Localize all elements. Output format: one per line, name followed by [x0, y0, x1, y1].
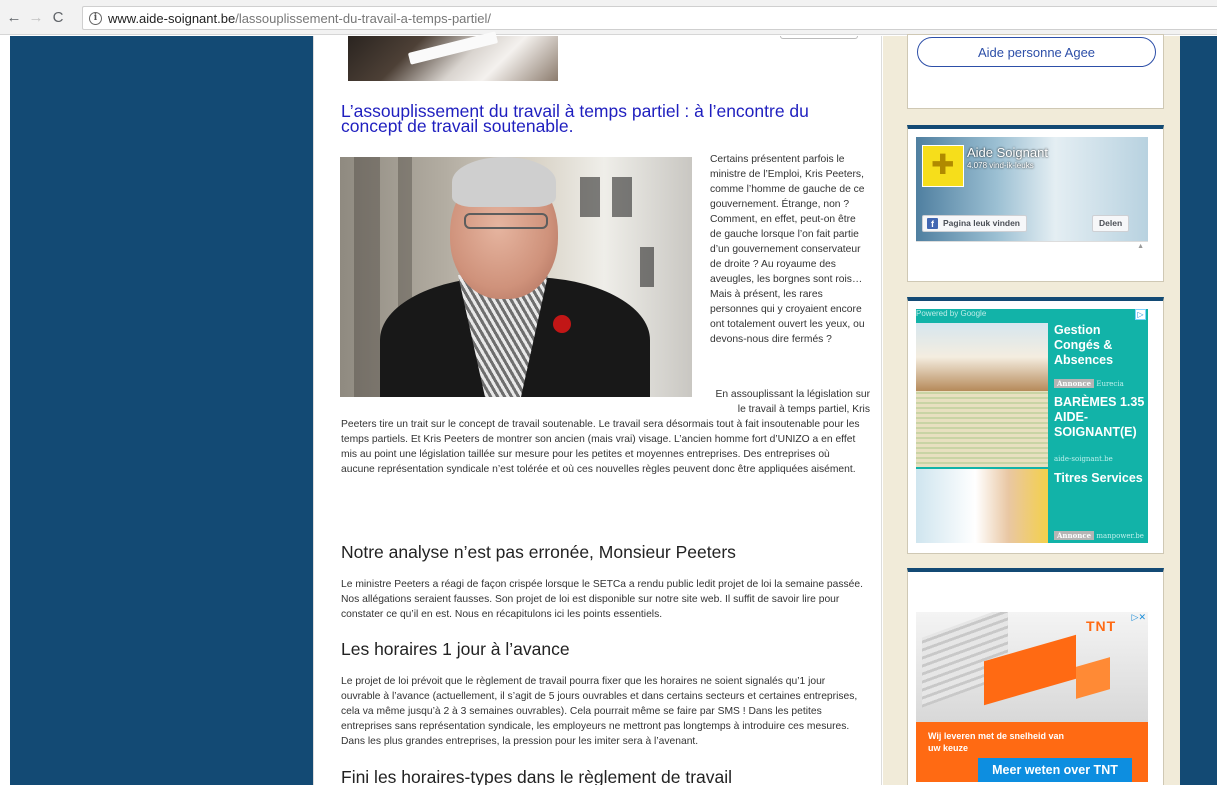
section-heading-3: Fini les horaires-types dans le règlemen…: [341, 767, 733, 785]
page-edge: [0, 36, 10, 785]
facebook-page-name[interactable]: Aide Soignant: [967, 145, 1048, 160]
widget-banner: TNT ▷✕ Wij leveren met de snelheid van u…: [907, 568, 1164, 785]
tnt-banner-ad[interactable]: TNT ▷✕ Wij leveren met de snelheid van u…: [916, 612, 1148, 782]
sidebar: Aide personne Agee Aide Soignant 4.078 v…: [883, 34, 1180, 785]
banner-footer: Wij leveren met de snelheid van uw keuze…: [916, 722, 1148, 782]
widget-facebook: Aide Soignant 4.078 vind-ik-leuks Pagina…: [907, 125, 1164, 282]
ad-1-tag: Annonce Eurecia: [1054, 379, 1124, 388]
facebook-feed-strip: [916, 241, 1148, 255]
section-text-2: Le projet de loi prévoit que le règlemen…: [341, 676, 858, 747]
facebook-share-button[interactable]: Delen: [1092, 215, 1130, 232]
paragraph-2-start: En assouplissant la législation sur le t…: [715, 389, 870, 415]
ad-close-icon[interactable]: ▷✕: [1132, 612, 1146, 623]
ad-2-title[interactable]: BARÈMES 1.35 AIDE-SOIGNANT(E): [1054, 395, 1148, 440]
address-bar[interactable]: i www.aide-soignant.be/lassouplissement-…: [82, 6, 1217, 30]
article-title[interactable]: L’assouplissement du travail à temps par…: [341, 102, 861, 135]
browser-toolbar: ← → C i www.aide-soignant.be/lassoupliss…: [0, 0, 1217, 35]
ad-3-title[interactable]: Titres Services: [1054, 471, 1148, 486]
ad-2-source: aide-soignant.be: [1054, 455, 1113, 463]
ad-1-image[interactable]: [916, 323, 1048, 391]
background-right: [1180, 36, 1217, 785]
page-logo[interactable]: [922, 145, 964, 187]
url-host: www.aide-soignant.be: [108, 10, 236, 26]
previous-button-edge[interactable]: [780, 36, 858, 39]
adchoices-icon[interactable]: ▷: [1135, 309, 1146, 320]
back-button[interactable]: ←: [6, 9, 22, 26]
facebook-likes-count: 4.078 vind-ik-leuks: [967, 161, 1034, 170]
page: L’assouplissement du travail à temps par…: [0, 34, 1217, 785]
paragraph-1: Certains présentent parfois le ministre …: [710, 154, 865, 345]
background-left: [10, 36, 313, 785]
scroll-up-icon[interactable]: ▲: [1137, 243, 1144, 250]
ad-1-title[interactable]: Gestion Congés & Absences: [1054, 323, 1148, 368]
article-column: L’assouplissement du travail à temps par…: [313, 36, 882, 785]
facebook-page-plugin[interactable]: Aide Soignant 4.078 vind-ik-leuks Pagina…: [916, 137, 1148, 255]
facebook-like-button[interactable]: Pagina leuk vinden: [922, 215, 1027, 232]
url-path: /lassouplissement-du-travail-a-temps-par…: [235, 10, 491, 26]
aide-personne-agee-button[interactable]: Aide personne Agee: [917, 37, 1156, 67]
widget-links: Aide personne Agee: [907, 34, 1164, 109]
powered-by-google: Powered by Google: [916, 309, 987, 318]
forward-button[interactable]: →: [28, 9, 44, 26]
info-icon[interactable]: i: [89, 11, 102, 25]
ad-3-image[interactable]: [916, 469, 1048, 543]
section-heading-1: Notre analyse n’est pas erronée, Monsieu…: [341, 542, 736, 562]
banner-text: Wij leveren met de snelheid van uw keuze: [928, 731, 1064, 753]
ad-3-tag: Annonce manpower.be: [1054, 531, 1144, 540]
previous-article-image[interactable]: [348, 36, 558, 81]
banner-cta-button[interactable]: Meer weten over TNT: [978, 758, 1132, 782]
ad-2-image[interactable]: [916, 391, 1048, 467]
intro-text: Certains présentent parfois le ministre …: [710, 152, 870, 362]
section-heading-2: Les horaires 1 jour à l’avance: [341, 639, 570, 659]
widget-ads: Powered by Google ▷ Gestion Congés & Abs…: [907, 297, 1164, 554]
paragraph-2-rest: Peeters tire un trait sur le concept de …: [341, 419, 860, 475]
reload-button[interactable]: C: [50, 9, 66, 26]
section-text-1: Le ministre Peeters a réagi de façon cri…: [341, 579, 863, 620]
banner-image: TNT: [916, 612, 1148, 722]
article-photo: [340, 157, 692, 397]
google-ads: Powered by Google ▷ Gestion Congés & Abs…: [916, 309, 1148, 543]
tnt-logo: TNT: [1086, 618, 1117, 634]
